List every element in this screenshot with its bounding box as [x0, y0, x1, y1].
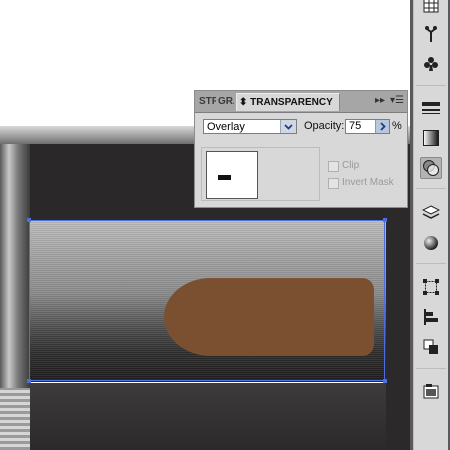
- selection-bounding-box[interactable]: [29, 220, 385, 381]
- opacity-label: Opacity:: [304, 120, 345, 132]
- collapse-panel-icon[interactable]: ▸▸: [375, 95, 385, 106]
- chevron-right-icon[interactable]: [375, 120, 389, 133]
- chevron-down-icon[interactable]: [280, 120, 296, 133]
- panel-dock: [410, 0, 450, 450]
- panel-menu-icon[interactable]: ▾☰: [390, 95, 404, 106]
- tab-stroke[interactable]: STR: [199, 93, 216, 111]
- clip-checkbox[interactable]: [328, 161, 339, 172]
- artwork-bottom-left-strip: [0, 388, 30, 450]
- symbol-sprayer-icon[interactable]: [420, 23, 442, 45]
- transparency-icon[interactable]: [420, 157, 442, 179]
- invert-mask-checkbox[interactable]: [328, 178, 339, 189]
- club-icon[interactable]: [420, 53, 442, 75]
- selection-handle[interactable]: [27, 218, 31, 222]
- appearance-icon[interactable]: [420, 202, 442, 224]
- thumbnail-mark: [218, 175, 231, 180]
- selection-handle[interactable]: [383, 218, 387, 222]
- graphic-styles-icon[interactable]: [420, 232, 442, 254]
- align-icon[interactable]: [420, 306, 442, 328]
- panel-dock-icons: [413, 0, 448, 450]
- stroke-icon[interactable]: [420, 97, 442, 119]
- opacity-unit: %: [392, 120, 402, 132]
- opacity-value: 75: [349, 120, 362, 132]
- panel-separator: [416, 85, 446, 86]
- panel-separator: [416, 368, 446, 369]
- panel-tab-bar: STR GRA ⬍ TRANSPARENCY ▸▸ ▾☰: [195, 91, 407, 113]
- panel-separator: [416, 188, 446, 189]
- tab-gradient[interactable]: GRA: [218, 93, 234, 111]
- tab-transparency[interactable]: ⬍ TRANSPARENCY: [236, 93, 340, 111]
- pathfinder-icon[interactable]: [420, 336, 442, 358]
- transparency-panel: STR GRA ⬍ TRANSPARENCY ▸▸ ▾☰ Overlay Opa…: [194, 90, 408, 208]
- thumbnail-area: [201, 147, 320, 201]
- clip-label: Clip: [342, 160, 360, 171]
- panel-separator: [416, 263, 446, 264]
- invert-mask-label: Invert Mask: [342, 177, 394, 188]
- blend-mode-value: Overlay: [207, 121, 245, 133]
- gradient-icon[interactable]: [420, 127, 442, 149]
- blend-mode-select[interactable]: Overlay: [203, 119, 297, 134]
- grid-icon[interactable]: [420, 0, 442, 16]
- object-thumbnail[interactable]: [206, 151, 258, 199]
- transform-icon[interactable]: [420, 276, 442, 298]
- opacity-input[interactable]: 75: [345, 119, 390, 134]
- artwork-dark-bottom: [30, 383, 386, 450]
- artboard-canvas[interactable]: [0, 0, 410, 450]
- layers-icon[interactable]: [420, 380, 442, 402]
